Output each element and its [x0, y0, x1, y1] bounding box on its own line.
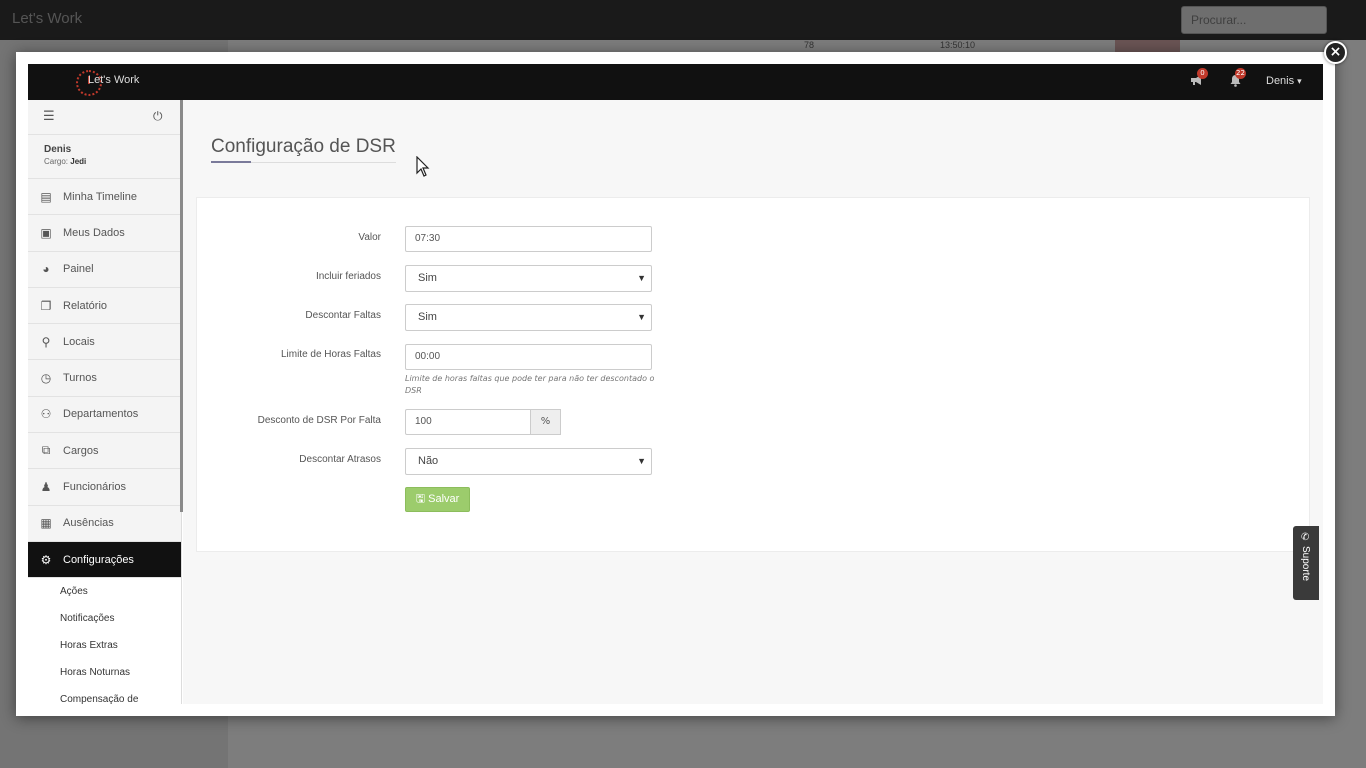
atrasos-label: Descontar Atrasos: [299, 454, 381, 465]
location-icon: ⚲: [41, 334, 51, 349]
dashboard-icon: ◕: [42, 262, 50, 277]
sidebar-item-label: Configurações: [63, 553, 134, 566]
support-tab[interactable]: ✆ Suporte: [1293, 526, 1319, 600]
gear-icon: ⚙: [40, 552, 52, 567]
announcements-badge: 0: [1197, 68, 1208, 79]
report-icon: ❐: [40, 298, 52, 313]
sidebar-subitem-horas-noturnas[interactable]: Horas Noturnas: [28, 659, 181, 687]
desconto-label: Desconto de DSR Por Falta: [257, 415, 381, 426]
caret-down-icon: ▼: [637, 273, 646, 283]
phone-icon: ✆: [1301, 532, 1310, 543]
limite-help-text: Limite de horas faltas que pode ter para…: [405, 374, 655, 395]
sidebar-item-label: Ausências: [63, 517, 114, 530]
sidebar-item-label: Minha Timeline: [63, 190, 137, 203]
app-header: Let's Work 0 22 Denis ▾: [28, 64, 1323, 100]
background-app-title: Let's Work: [12, 10, 83, 27]
bell-icon[interactable]: 22: [1226, 68, 1246, 90]
modal-dialog: Let's Work 0 22 Denis ▾ ☰ ⏻ Denis Cargo: …: [16, 52, 1335, 716]
atrasos-select[interactable]: Não ▼: [405, 448, 652, 475]
save-button[interactable]: 🖫 Salvar: [405, 487, 470, 512]
sidebar-item-meus-dados[interactable]: ▣ Meus Dados: [28, 215, 181, 252]
background-strip-value: 78: [804, 40, 815, 50]
users-icon: ⚇: [40, 407, 52, 422]
desconto-input-group: 100 %: [405, 409, 561, 435]
sidebar-user-name: Denis: [44, 144, 72, 155]
megaphone-icon[interactable]: 0: [1188, 68, 1208, 90]
sidebar-item-label: Painel: [63, 263, 94, 276]
role-value: Jedi: [70, 157, 87, 166]
caret-down-icon: ▼: [637, 456, 646, 466]
faltas-label: Descontar Faltas: [305, 310, 381, 321]
page-title: Configuração de DSR: [211, 136, 396, 163]
id-card-icon: ▣: [40, 225, 52, 240]
sidebar-item-label: Departamentos: [63, 408, 139, 421]
sidebar-item-label: Locais: [63, 335, 95, 348]
valor-label: Valor: [358, 232, 381, 243]
feriados-select[interactable]: Sim ▼: [405, 265, 652, 292]
clock-icon: ◷: [40, 371, 52, 386]
atrasos-selected-value: Não: [418, 455, 439, 467]
sidebar-user: Denis Cargo: Jedi: [28, 135, 181, 179]
feriados-label: Incluir feriados: [315, 271, 381, 282]
faltas-selected-value: Sim: [418, 311, 437, 323]
sidebar-item-label: Relatório: [63, 299, 108, 312]
background-strip-value: 13:50:10: [940, 40, 976, 50]
mouse-cursor-icon: [416, 156, 430, 177]
logo-text: Let's Work: [88, 74, 140, 86]
faltas-select[interactable]: Sim ▼: [405, 304, 652, 331]
sidebar-item-funcionarios[interactable]: ♟ Funcionários: [28, 469, 181, 506]
limite-label: Limite de Horas Faltas: [280, 349, 381, 360]
menu-icon[interactable]: ☰: [43, 109, 55, 124]
user-icon: ♟: [40, 480, 52, 495]
sidebar-subitem-compensacao[interactable]: Compensação de: [28, 686, 181, 704]
sidebar: ☰ ⏻ Denis Cargo: Jedi ▤ Minha Timeline ▣ M…: [28, 100, 182, 704]
floppy-icon: 🖫: [415, 493, 426, 505]
sidebar-item-label: Funcionários: [63, 481, 126, 494]
sidebar-item-departamentos[interactable]: ⚇ Departamentos: [28, 397, 181, 434]
sidebar-submenu: Ações Notificações Horas Extras Horas No…: [28, 578, 181, 704]
modal-close-button[interactable]: ×: [1324, 41, 1347, 64]
user-menu-name: Denis: [1266, 75, 1295, 87]
feriados-selected-value: Sim: [418, 272, 437, 284]
main-content: Configuração de DSR Valor 07:30 Incluir …: [183, 100, 1323, 704]
desconto-input[interactable]: 100: [405, 409, 531, 435]
background-red-bar: [1115, 40, 1180, 52]
background-search-input: Procurar...: [1181, 6, 1327, 34]
sidebar-item-minha-timeline[interactable]: ▤ Minha Timeline: [28, 179, 181, 216]
sidebar-item-configuracoes[interactable]: ⚙ Configurações: [28, 541, 181, 579]
sidebar-item-label: Turnos: [63, 372, 97, 385]
user-menu[interactable]: Denis ▾: [1266, 75, 1302, 87]
document-icon: ▦: [40, 516, 52, 531]
sidebar-user-role: Cargo: Jedi: [44, 157, 181, 166]
timeline-icon: ▤: [40, 189, 52, 204]
power-icon[interactable]: ⏻: [153, 109, 163, 124]
chevron-down-icon: ▾: [1297, 76, 1302, 86]
valor-input[interactable]: 07:30: [405, 226, 652, 252]
sidebar-toolbar: ☰ ⏻: [28, 100, 181, 135]
sidebar-item-locais[interactable]: ⚲ Locais: [28, 324, 181, 361]
sidebar-item-ausencias[interactable]: ▦ Ausências: [28, 506, 181, 542]
limite-input[interactable]: 00:00: [405, 344, 652, 370]
sidebar-subitem-acoes[interactable]: Ações: [28, 578, 181, 606]
sitemap-icon: ⧉: [41, 443, 51, 458]
sidebar-item-cargos[interactable]: ⧉ Cargos: [28, 433, 181, 470]
caret-down-icon: ▼: [637, 312, 646, 322]
sidebar-item-label: Meus Dados: [63, 226, 125, 239]
notifications-badge: 22: [1235, 68, 1246, 79]
dsr-form-panel: Valor 07:30 Incluir feriados Sim ▼ Descon…: [196, 197, 1310, 552]
sidebar-item-label: Cargos: [63, 444, 99, 457]
save-button-label: Salvar: [428, 493, 460, 505]
background-topbar: [0, 0, 1366, 40]
sidebar-item-turnos[interactable]: ◷ Turnos: [28, 360, 181, 397]
sidebar-subitem-horas-extras[interactable]: Horas Extras: [28, 632, 181, 660]
percent-addon: %: [530, 409, 561, 435]
sidebar-item-relatorio[interactable]: ❐ Relatório: [28, 288, 181, 325]
role-label: Cargo:: [44, 157, 69, 166]
sidebar-item-painel[interactable]: ◕ Painel: [28, 252, 181, 288]
sidebar-subitem-notificacoes[interactable]: Notificações: [28, 605, 181, 633]
support-label: Suporte: [1300, 546, 1311, 582]
